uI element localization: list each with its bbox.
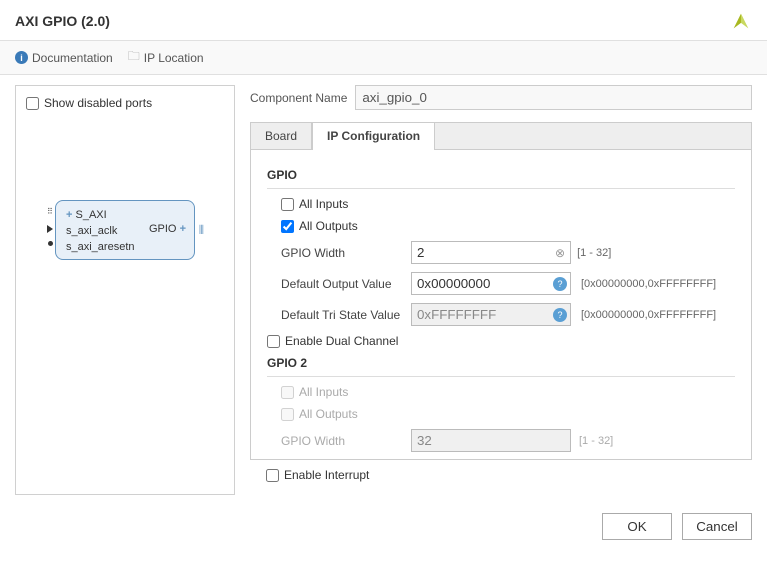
tab-ip-configuration[interactable]: IP Configuration [312, 123, 435, 150]
gpio-dov-range: [0x00000000,0xFFFFFFFF] [581, 278, 716, 290]
info-icon: i [15, 51, 28, 64]
folder-icon: 🗀 [128, 47, 140, 68]
gpio2-width-range: [1 - 32] [579, 435, 613, 447]
info-icon[interactable]: ? [553, 277, 567, 291]
gpio-all-inputs-label: All Inputs [299, 197, 348, 211]
ip-block: ⠿ + S_AXI s_axi_aclk s_axi_aresetn GPIO … [55, 200, 195, 260]
expand-icon[interactable]: + [66, 209, 72, 221]
toolbar: i Documentation 🗀 IP Location [0, 40, 767, 75]
tab-board[interactable]: Board [251, 123, 312, 149]
component-name-label: Component Name [250, 91, 347, 105]
documentation-label: Documentation [32, 51, 113, 65]
page-title: AXI GPIO (2.0) [15, 13, 110, 29]
gpio-dov-label: Default Output Value [281, 277, 411, 291]
show-disabled-ports-checkbox[interactable] [26, 97, 39, 110]
bus-marker-icon: ⠿ [47, 207, 52, 216]
gpio-dov-input[interactable] [411, 272, 571, 295]
clear-icon[interactable]: ⊗ [555, 246, 565, 260]
port-gpio: GPIO [149, 223, 177, 235]
show-disabled-ports-label: Show disabled ports [44, 96, 152, 110]
ip-location-link[interactable]: 🗀 IP Location [128, 47, 204, 68]
ip-block-diagram: ⠿ + S_AXI s_axi_aclk s_axi_aresetn GPIO … [26, 200, 224, 260]
divider [267, 376, 735, 377]
gpio-all-inputs-checkbox[interactable] [281, 198, 294, 211]
port-s-axi: S_AXI [76, 209, 107, 221]
gpio-dts-input[interactable] [411, 303, 571, 326]
gpio2-all-inputs-label: All Inputs [299, 385, 348, 399]
expand-icon[interactable]: + [180, 223, 186, 235]
gpio2-all-outputs-label: All Outputs [299, 407, 358, 421]
ip-location-label: IP Location [144, 51, 204, 65]
gpio-width-range: [1 - 32] [577, 247, 611, 259]
component-name-input[interactable] [355, 85, 752, 110]
enable-interrupt-checkbox[interactable] [266, 469, 279, 482]
gpio-all-outputs-checkbox[interactable] [281, 220, 294, 233]
gpio2-width-input [411, 429, 571, 452]
bus-out-icon: ⦀ [199, 223, 204, 238]
dialog-footer: OK Cancel [0, 505, 767, 548]
documentation-link[interactable]: i Documentation [15, 47, 113, 68]
gpio-all-outputs-label: All Outputs [299, 219, 358, 233]
gpio2-all-outputs-checkbox [281, 408, 294, 421]
config-panel: Component Name Board IP Configuration GP… [235, 75, 767, 505]
gpio-group-title: GPIO [267, 168, 735, 182]
enable-dual-channel-checkbox[interactable] [267, 335, 280, 348]
gpio2-group-title: GPIO 2 [267, 356, 735, 370]
info-icon[interactable]: ? [553, 308, 567, 322]
enable-dual-channel-label: Enable Dual Channel [285, 334, 398, 348]
cancel-button[interactable]: Cancel [682, 513, 752, 540]
ok-button[interactable]: OK [602, 513, 672, 540]
divider [267, 188, 735, 189]
port-aresetn: s_axi_aresetn [66, 239, 184, 255]
xilinx-logo-icon [730, 10, 752, 32]
gpio-width-input[interactable] [411, 241, 571, 264]
gpio2-all-inputs-checkbox [281, 386, 294, 399]
preview-panel: Show disabled ports ⠿ + S_AXI s_axi_aclk… [15, 85, 235, 495]
gpio-dts-label: Default Tri State Value [281, 308, 411, 322]
reset-dot-icon [48, 241, 53, 246]
gpio-width-label: GPIO Width [281, 246, 411, 260]
config-scroll-area[interactable]: GPIO All Inputs All Outputs GPIO Width ⊗… [250, 150, 752, 460]
enable-interrupt-label: Enable Interrupt [284, 468, 369, 482]
clock-arrow-icon [47, 225, 53, 233]
gpio-dts-range: [0x00000000,0xFFFFFFFF] [581, 309, 716, 321]
tab-bar: Board IP Configuration [250, 122, 752, 150]
gpio2-width-label: GPIO Width [281, 434, 411, 448]
